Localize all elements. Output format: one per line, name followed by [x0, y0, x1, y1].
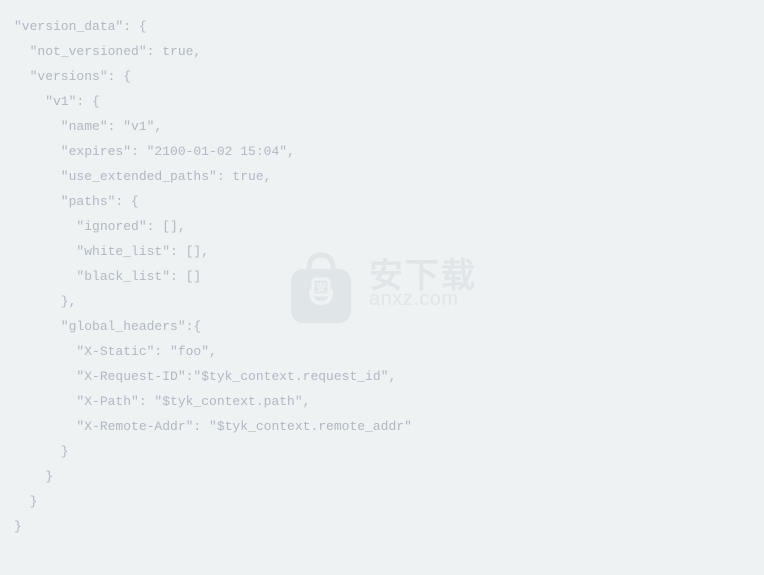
code-block: "version_data": { "not_versioned": true,… — [14, 14, 750, 539]
